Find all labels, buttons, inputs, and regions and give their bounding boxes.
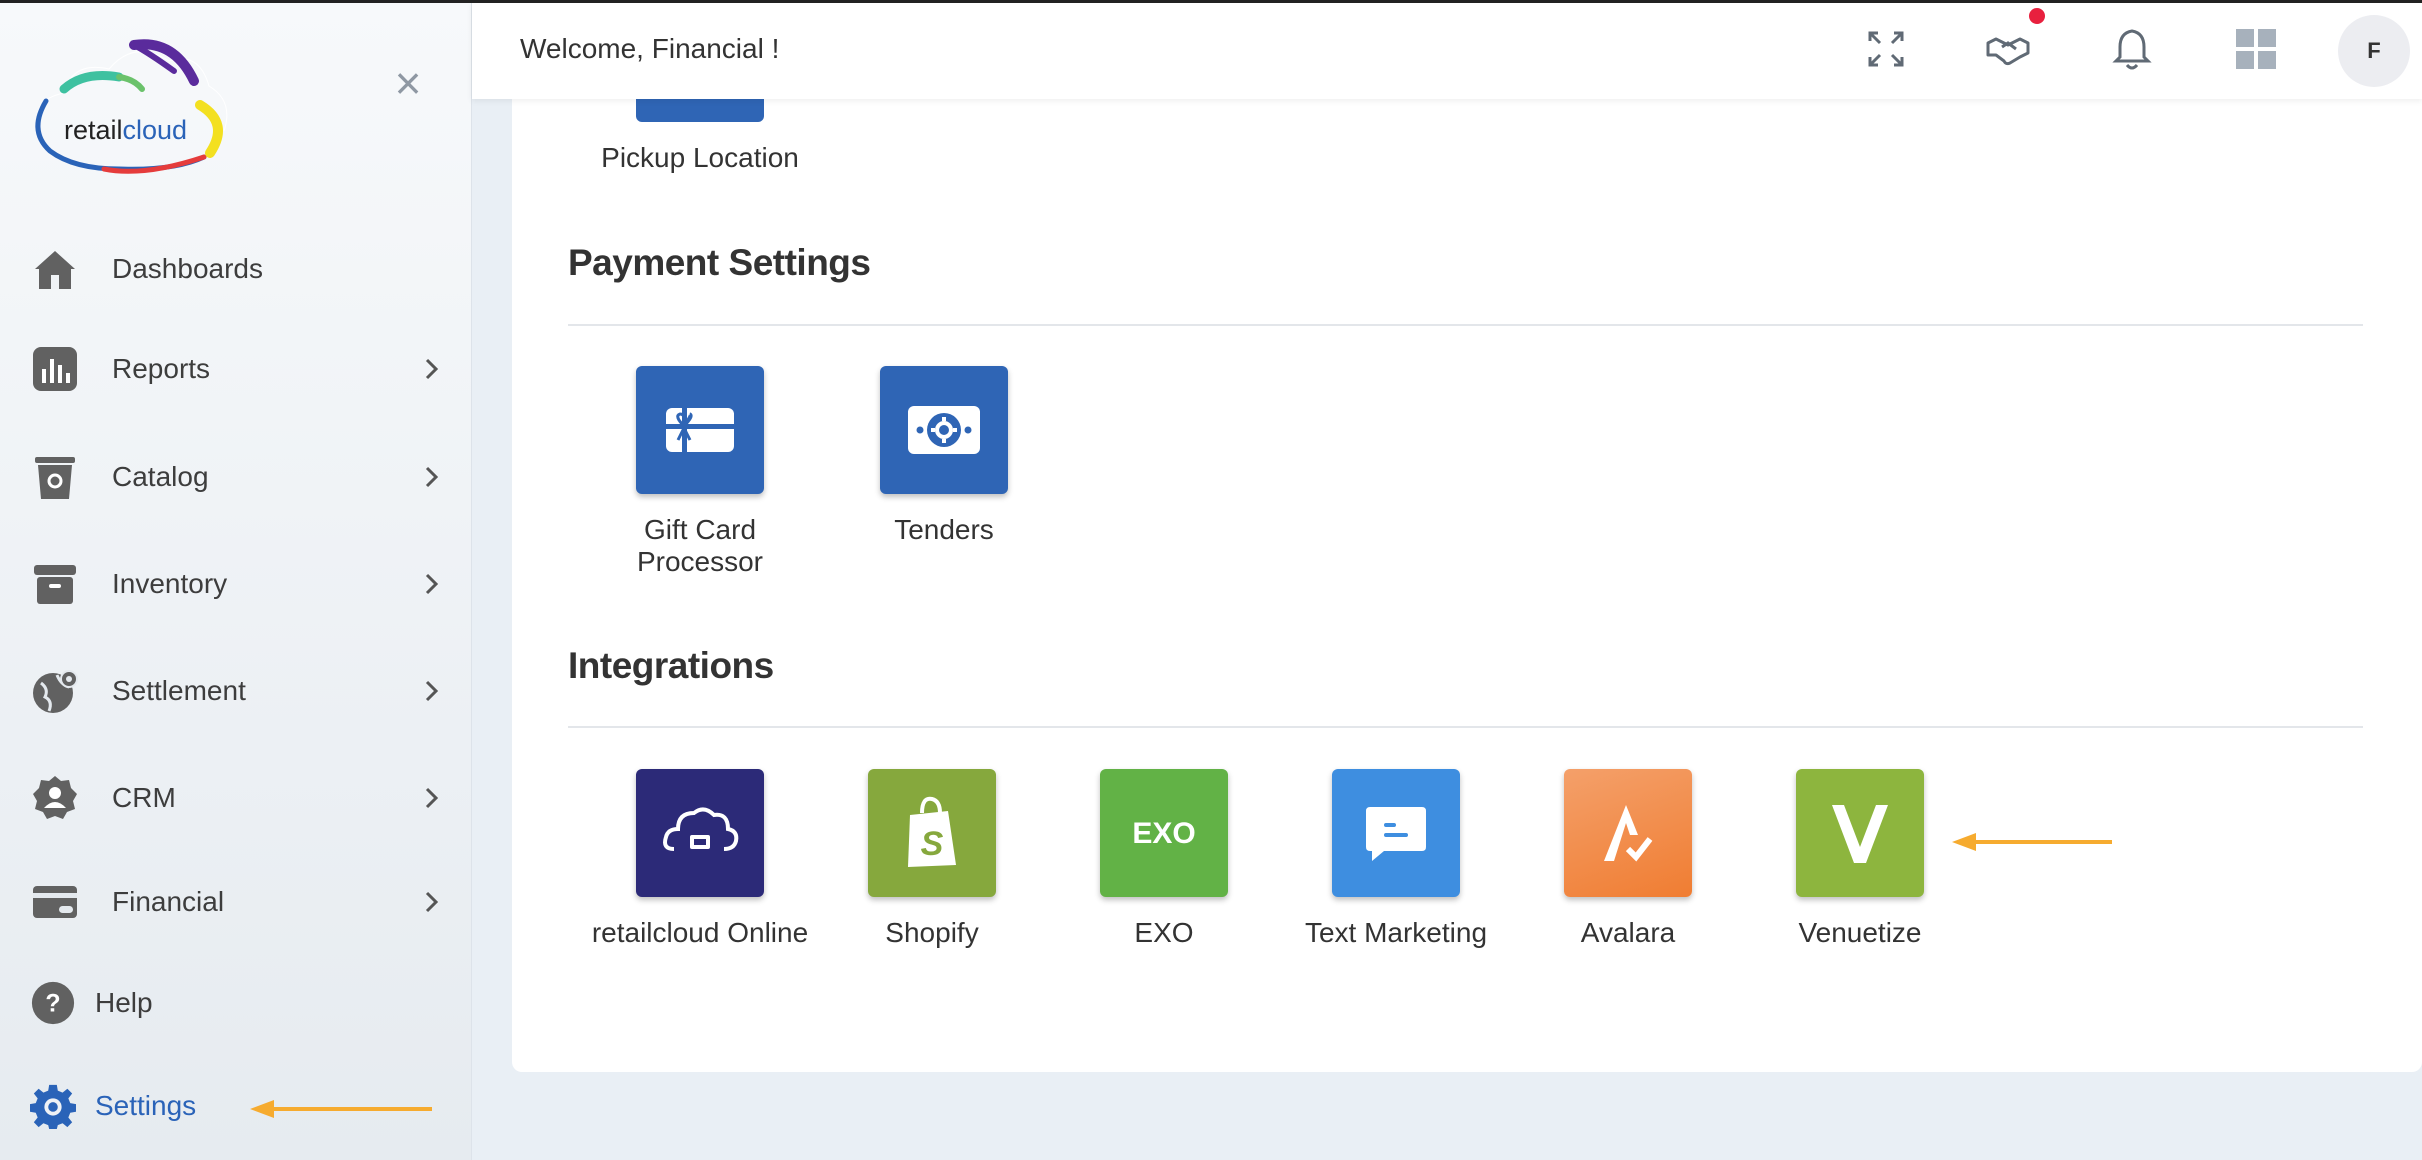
welcome-message: Welcome, Financial ! [520, 33, 780, 64]
chevron-right-icon [420, 572, 444, 596]
avalara-logo-icon [1564, 769, 1692, 897]
tile-shopify[interactable]: S Shopify [812, 769, 1052, 949]
gift-card-icon [636, 366, 764, 494]
tile-gift-card-processor[interactable]: Gift Card Processor [580, 366, 820, 578]
sidebar-item-financial[interactable]: Financial [0, 867, 472, 937]
tile-exo[interactable]: EXO EXO [1044, 769, 1284, 949]
tile-text-marketing[interactable]: Text Marketing [1276, 769, 1516, 949]
sidebar-item-reports[interactable]: Reports [0, 334, 472, 404]
sidebar-item-label: Inventory [112, 568, 228, 599]
sidebar-item-help[interactable]: ? Help [0, 968, 472, 1038]
catalog-bag-icon [30, 452, 80, 502]
venuetize-logo-icon [1796, 769, 1924, 897]
sidebar-item-crm[interactable]: CRM [0, 763, 472, 833]
close-sidebar-icon[interactable]: × [388, 60, 428, 106]
bell-icon[interactable] [2108, 25, 2156, 73]
sidebar-item-label: CRM [112, 782, 176, 813]
tile-label: Gift Card Processor [636, 514, 764, 577]
top-header: Welcome, Financial ! F [472, 3, 2422, 99]
svg-text:?: ? [45, 990, 60, 1018]
tile-label: EXO [1134, 917, 1194, 948]
shopify-bag-icon: S [868, 769, 996, 897]
user-badge-icon [30, 773, 80, 823]
annotation-arrow [1952, 832, 2112, 852]
cash-icon [880, 366, 1008, 494]
home-icon [30, 244, 80, 294]
globe-location-icon [30, 666, 80, 716]
sidebar-item-settlement[interactable]: Settlement [0, 656, 472, 726]
help-question-icon: ? [30, 980, 76, 1026]
top-border [0, 0, 2422, 3]
section-title-integrations: Integrations [568, 645, 774, 686]
archive-box-icon [30, 559, 80, 609]
tile-avalara[interactable]: Avalara [1508, 769, 1748, 949]
tile-label: Tenders [894, 514, 994, 545]
fullscreen-icon[interactable] [1862, 25, 1910, 73]
chat-bubble-icon [1332, 769, 1460, 897]
section-divider [568, 726, 2363, 728]
sidebar-item-label: Catalog [112, 461, 209, 492]
sidebar-item-label: Financial [112, 886, 225, 917]
tile-tenders[interactable]: Tenders [824, 366, 1064, 546]
chevron-right-icon [420, 465, 444, 489]
svg-text:EXO: EXO [1132, 817, 1195, 850]
exo-logo-icon: EXO [1100, 769, 1228, 897]
tile-venuetize[interactable]: Venuetize [1740, 769, 1980, 949]
tile-label: Avalara [1580, 917, 1676, 948]
chevron-right-icon [420, 679, 444, 703]
sidebar: retailcloud × Dashboards Reports Catalog… [0, 3, 472, 1160]
credit-card-icon [30, 877, 80, 927]
tile-label: Text Marketing [1304, 917, 1488, 948]
logo-cloud-icon [35, 39, 228, 174]
chevron-right-icon [420, 786, 444, 810]
tile-label: Shopify [885, 917, 979, 948]
tile-retailcloud-online[interactable]: retailcloud Online [580, 769, 820, 949]
notification-dot [2029, 8, 2045, 24]
logo-text: retailcloud [64, 115, 188, 145]
sidebar-item-label: Reports [112, 353, 211, 384]
annotation-arrow [250, 1099, 432, 1119]
section-title-payment-settings: Payment Settings [568, 242, 871, 283]
cloud-cart-icon [636, 769, 764, 897]
sidebar-item-label: Dashboards [112, 253, 263, 284]
sidebar-item-label: Settings [95, 1090, 197, 1121]
chevron-right-icon [420, 890, 444, 914]
chevron-right-icon [420, 357, 444, 381]
svg-text:S: S [921, 825, 944, 863]
sidebar-item-label: Settlement [112, 675, 246, 706]
sidebar-item-label: Help [95, 987, 153, 1018]
sidebar-item-catalog[interactable]: Catalog [0, 442, 472, 512]
handshake-icon[interactable] [1984, 25, 2032, 73]
tile-label: Pickup Location [601, 142, 799, 173]
sidebar-item-inventory[interactable]: Inventory [0, 549, 472, 619]
section-divider [568, 324, 2363, 326]
gear-icon [30, 1083, 76, 1129]
tile-label: Venuetize [1798, 917, 1922, 948]
retailcloud-logo[interactable]: retailcloud [24, 31, 234, 181]
tile-label: retailcloud Online [591, 917, 809, 948]
user-avatar[interactable]: F [2338, 15, 2410, 87]
sidebar-item-dashboards[interactable]: Dashboards [0, 234, 472, 304]
apps-grid-icon[interactable] [2232, 25, 2280, 73]
bar-chart-icon [30, 344, 80, 394]
